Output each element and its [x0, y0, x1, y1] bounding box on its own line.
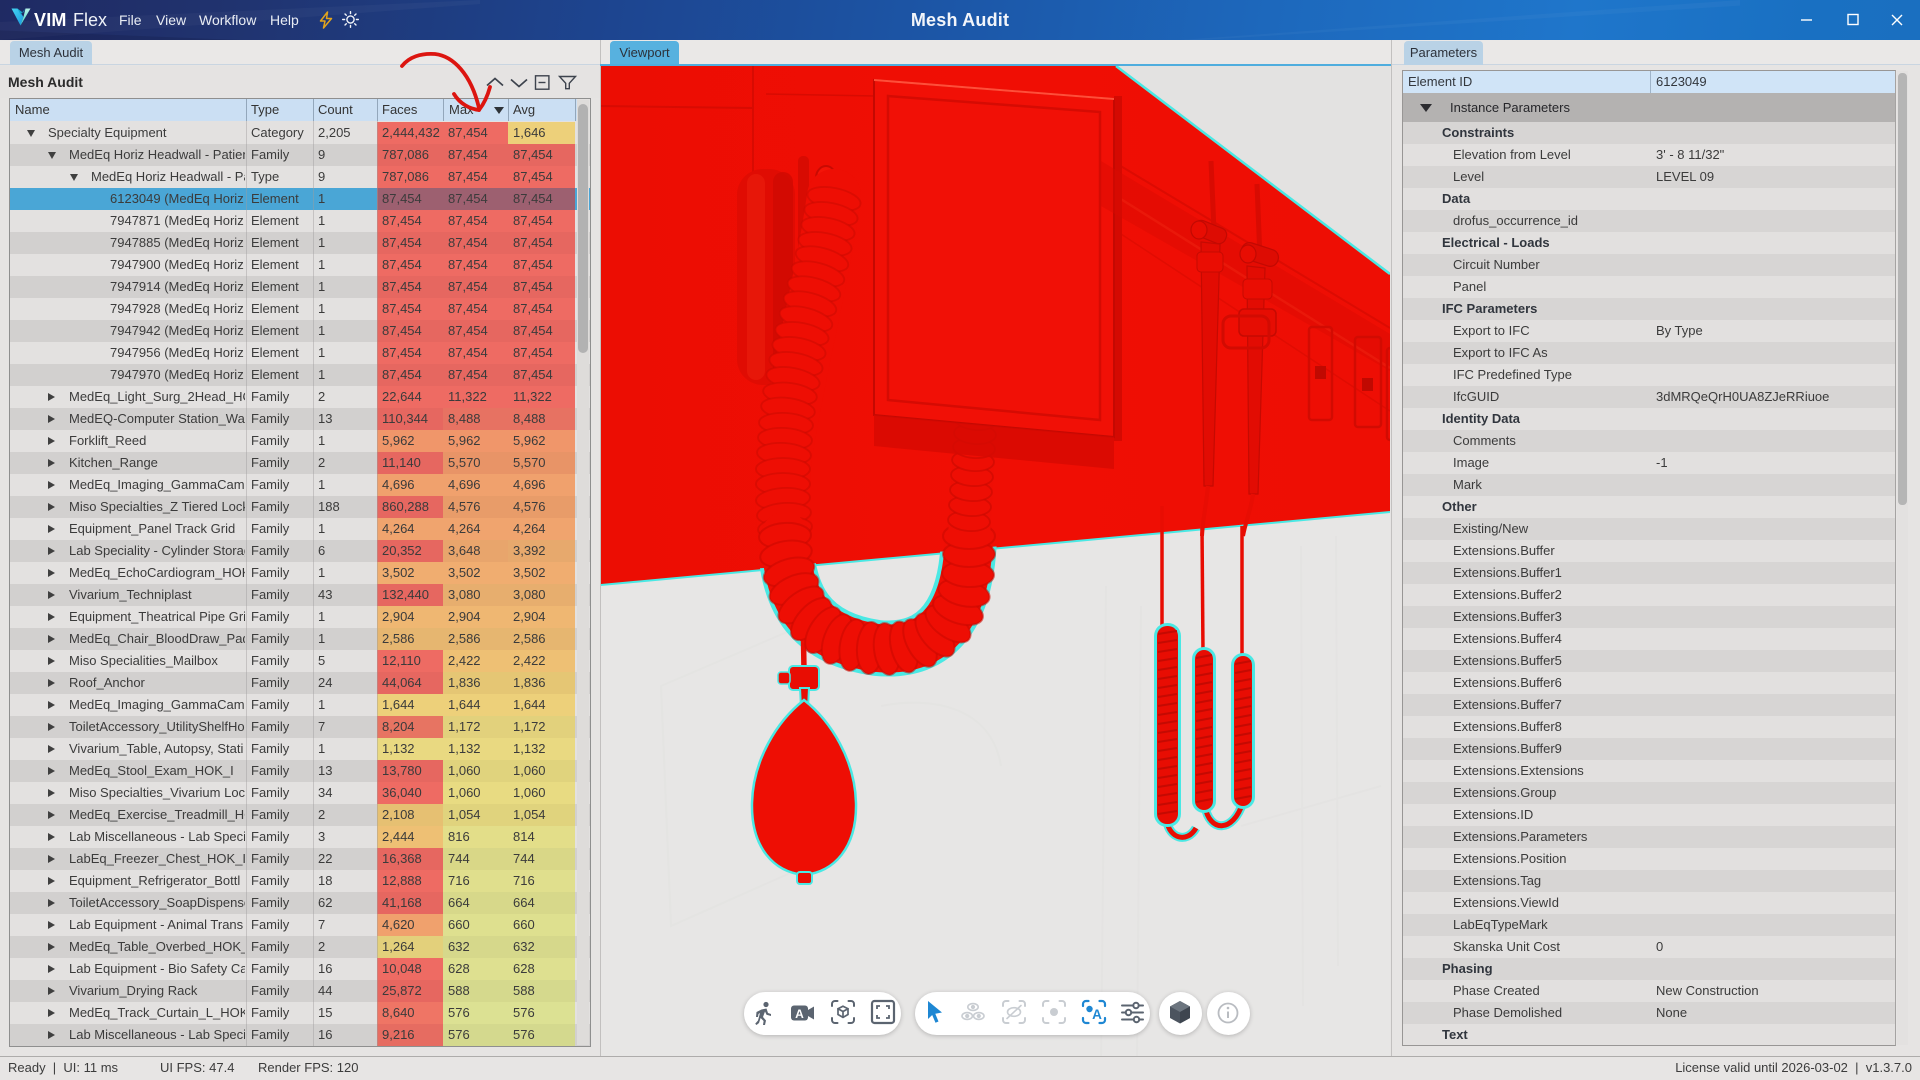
svg-text:A: A — [1092, 1007, 1102, 1022]
svg-text:A: A — [795, 1007, 804, 1021]
